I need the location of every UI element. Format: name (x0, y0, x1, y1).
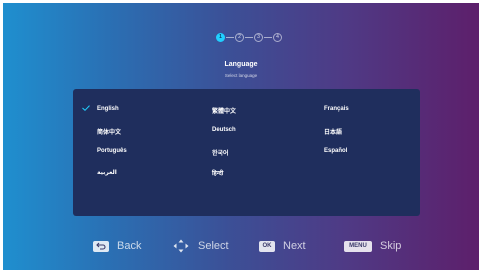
step-1-indicator: 1 (216, 33, 225, 42)
step-2-indicator: 2 (235, 33, 244, 42)
back-hint[interactable]: Back (93, 239, 141, 253)
select-hint: Select (173, 239, 229, 253)
skip-label: Skip (380, 240, 402, 252)
language-option-hindi[interactable]: हिन्दी (212, 169, 223, 177)
step-connector (245, 37, 253, 38)
language-option-korean[interactable]: 한국어 (212, 148, 229, 157)
back-label: Back (117, 240, 142, 252)
language-option-traditional-chinese[interactable]: 繁體中文 (212, 106, 236, 115)
next-hint[interactable]: OK Next (259, 239, 306, 253)
skip-hint[interactable]: MENU Skip (344, 239, 401, 253)
language-option-french[interactable]: Français (324, 106, 349, 112)
checkmark-icon (82, 105, 90, 111)
language-option-english[interactable]: English (97, 106, 119, 112)
select-label: Select (198, 240, 229, 252)
step-connector (226, 37, 234, 38)
step-3-indicator: 3 (254, 33, 263, 42)
step-4-indicator: 4 (273, 33, 282, 42)
setup-screen: 1 2 3 4 Language Select language English… (3, 3, 479, 270)
next-label: Next (283, 240, 306, 252)
language-option-japanese[interactable]: 日本語 (324, 127, 342, 136)
dpad-icon (173, 239, 189, 253)
language-option-spanish[interactable]: Español (324, 148, 347, 154)
language-option-german[interactable]: Deutsch (212, 127, 236, 133)
setup-stepper: 1 2 3 4 (216, 33, 282, 43)
language-option-simplified-chinese[interactable]: 简体中文 (97, 127, 121, 136)
back-arrow-icon (93, 240, 109, 252)
ok-key-badge: OK (259, 240, 275, 252)
menu-key-badge: MENU (344, 240, 372, 252)
language-option-portuguese[interactable]: Português (97, 148, 127, 154)
page-subtitle: Select language (224, 73, 258, 78)
step-connector (264, 37, 272, 38)
page-title: Language (224, 61, 258, 68)
language-list-panel: English 繁體中文 Français 简体中文 Deutsch 日本語 P… (73, 89, 420, 216)
language-option-arabic[interactable]: العربية (97, 169, 117, 176)
